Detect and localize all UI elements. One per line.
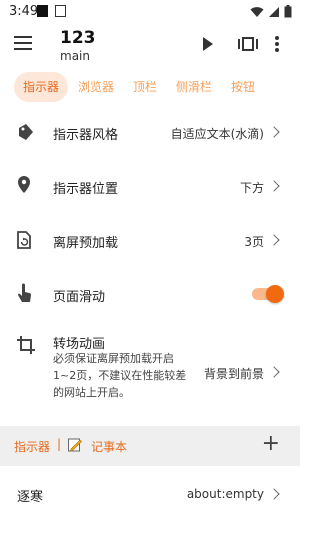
setting-offscreen-preload[interactable]: 离屏预加载 3页 [0,214,300,266]
page-swipe-toggle[interactable] [266,285,284,303]
setting-transition-animation[interactable]: 转场动画 必须保证离屏预加载开启1~2页，不建议在性能较差的网站上开启。 背景到… [0,330,300,418]
chevron-right-icon [268,234,280,246]
touch-hand-icon [17,283,31,302]
play-icon[interactable] [201,36,215,52]
app-title: 123 [60,28,96,48]
tab-bar: 指示器 浏览器 顶栏 侧滑栏 按钮 [0,72,300,104]
notepad-icon [68,438,82,452]
setting-label: 指示器位置 [53,182,119,197]
status-icons [250,5,292,18]
crop-icon [17,336,35,354]
list-item-label: 逐寒 [17,490,44,505]
label-tag-icon [19,124,33,140]
more-vert-icon[interactable] [274,35,280,53]
status-time: 3:49 [9,4,39,19]
setting-value: 下方 [239,181,264,195]
setting-value: 自适应文本(水滴) [170,127,264,141]
battery-icon [284,5,292,18]
chevron-right-icon [268,126,280,138]
tab-indicator[interactable]: 指示器 [14,72,68,102]
notification-icon [37,5,48,17]
film-strip-icon[interactable] [238,36,258,52]
location-pin-icon [18,176,30,193]
menu-icon[interactable] [14,36,32,50]
setting-value: 背景到前景 [203,367,264,381]
tab-browser[interactable]: 浏览器 [75,72,117,102]
group-bar: 指示器 | 记事本 + [0,426,300,466]
group-separator: | [57,437,62,451]
tab-buttons[interactable]: 按钮 [226,72,260,102]
signal-icon [269,6,279,17]
setting-indicator-position[interactable]: 指示器位置 下方 [0,160,300,212]
chevron-right-icon [268,366,280,378]
tab-side-drawer[interactable]: 侧滑栏 [172,72,216,102]
setting-label: 离屏预加载 [53,236,119,251]
chevron-right-icon [268,488,280,500]
app-subtitle: main [60,49,90,63]
app-bar: 123 main [0,24,300,68]
group-indicator-link[interactable]: 指示器 [14,438,50,455]
setting-label: 指示器风格 [53,128,119,143]
setting-description: 必须保证离屏预加载开启1~2页，不建议在性能较差的网站上开启。 [53,352,187,399]
group-notepad-link[interactable]: 记事本 [91,438,127,455]
tab-topbar[interactable]: 顶栏 [128,72,162,102]
list-item[interactable]: 逐寒 about:empty [0,470,300,518]
list-item-value: about:empty [186,487,264,501]
status-bar: 3:49 [0,0,300,24]
setting-indicator-style[interactable]: 指示器风格 自适应文本(水滴) [0,108,300,158]
wifi-icon [250,6,264,17]
preload-page-icon [17,231,31,249]
setting-value: 3页 [244,235,264,249]
add-icon[interactable]: + [262,432,280,456]
chevron-right-icon [268,180,280,192]
setting-page-swipe[interactable]: 页面滑动 [0,268,300,320]
setting-label: 页面滑动 [53,290,106,305]
notification-a-icon [55,5,66,17]
